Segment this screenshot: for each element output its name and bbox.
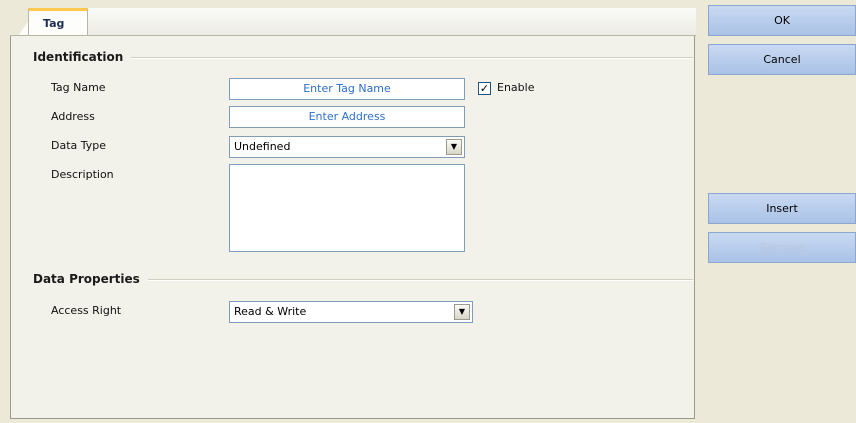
tag-name-input[interactable]: Enter Tag Name xyxy=(229,78,465,100)
ok-button-label: OK xyxy=(774,14,790,27)
insert-button[interactable]: Insert xyxy=(708,193,856,224)
chevron-down-icon[interactable]: ▼ xyxy=(454,304,470,320)
tab-strip: Tag xyxy=(10,8,696,36)
identification-title: Identification xyxy=(33,50,132,64)
data-type-select[interactable]: Undefined ▼ xyxy=(229,136,465,158)
access-right-value: Read & Write xyxy=(234,305,307,318)
identification-divider xyxy=(33,57,693,59)
chevron-down-icon[interactable]: ▼ xyxy=(446,139,462,155)
ok-button[interactable]: OK xyxy=(708,5,856,36)
cancel-button-label: Cancel xyxy=(763,53,801,66)
access-right-label: Access Right xyxy=(51,304,122,317)
remove-button-label: Remove xyxy=(759,241,805,254)
description-label: Description xyxy=(51,168,114,181)
cancel-button[interactable]: Cancel xyxy=(708,44,856,75)
address-input[interactable]: Enter Address xyxy=(229,106,465,128)
access-right-select[interactable]: Read & Write ▼ xyxy=(229,301,473,323)
data-type-label: Data Type xyxy=(51,139,107,152)
data-type-value: Undefined xyxy=(234,140,291,153)
tab-tag[interactable]: Tag xyxy=(28,8,88,36)
description-textarea[interactable] xyxy=(229,164,465,252)
data-properties-title: Data Properties xyxy=(33,272,148,286)
tab-tag-label: Tag xyxy=(43,17,65,30)
insert-button-label: Insert xyxy=(766,202,798,215)
remove-button[interactable]: Remove xyxy=(708,232,856,263)
enable-checkbox[interactable]: ✓ xyxy=(478,82,491,95)
address-label: Address xyxy=(51,110,95,123)
enable-label: Enable xyxy=(497,81,535,94)
tag-name-label: Tag Name xyxy=(51,81,106,94)
tag-panel: Identification Tag Name Enter Tag Name ✓… xyxy=(10,36,695,419)
